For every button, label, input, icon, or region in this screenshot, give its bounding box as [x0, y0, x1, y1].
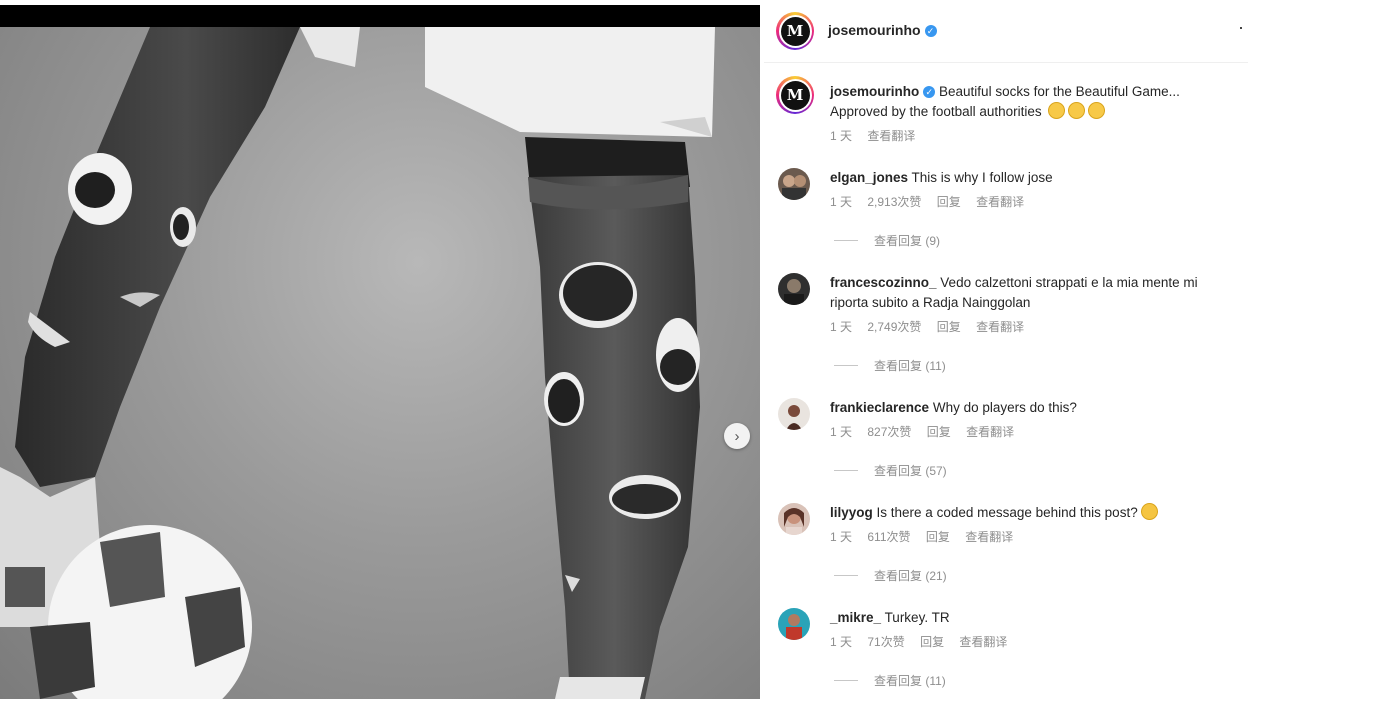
more-options-icon[interactable]: ·: [1238, 18, 1244, 36]
verified-badge-icon: ✓: [923, 86, 936, 98]
divider-line: [834, 575, 858, 576]
translate-link[interactable]: 查看翻译: [965, 530, 1013, 544]
translate-link[interactable]: 查看翻译: [966, 425, 1014, 439]
image-top-bar: [0, 5, 760, 27]
reply-button[interactable]: 回复: [927, 425, 951, 439]
caption-time: 1 天: [830, 129, 853, 143]
view-replies-button[interactable]: 查看回复 (57): [834, 462, 947, 479]
comment-username[interactable]: _mikre_: [830, 610, 881, 625]
comment-time: 1 天: [830, 320, 853, 334]
caption-translate-link[interactable]: 查看翻译: [867, 129, 915, 143]
grimace-emoji-icon: [1068, 102, 1086, 119]
crying-emoji-icon: [1140, 503, 1158, 520]
reply-button[interactable]: 回复: [926, 530, 950, 544]
comment-likes[interactable]: 611次赞: [867, 530, 910, 544]
chevron-right-icon: ›: [734, 427, 740, 445]
divider-line: [834, 470, 858, 471]
verified-badge-icon: ✓: [924, 25, 937, 37]
translate-link[interactable]: 查看翻译: [976, 195, 1024, 209]
commenter-avatar[interactable]: [778, 168, 810, 200]
brand-logo: M: [780, 16, 810, 46]
view-replies-button[interactable]: 查看回复 (21): [834, 567, 947, 584]
comment-text: Is there a coded message behind this pos…: [876, 505, 1138, 520]
comment-meta: 1 天 611次赞 回复 查看翻译: [830, 527, 1230, 547]
grimace-emoji-icon: [1088, 102, 1106, 119]
next-image-button[interactable]: ›: [724, 423, 750, 449]
comment-meta: 1 天 71次赞 回复 查看翻译: [830, 632, 1230, 652]
comment-likes[interactable]: 2,913次赞: [867, 195, 921, 209]
translate-link[interactable]: 查看翻译: [959, 635, 1007, 649]
profile-avatar[interactable]: M: [776, 12, 814, 50]
comment-username[interactable]: frankieclarence: [830, 400, 929, 415]
divider-line: [834, 365, 858, 366]
view-replies-button[interactable]: 查看回复 (11): [834, 672, 946, 689]
comment-username[interactable]: francescozinno_: [830, 275, 937, 290]
translate-link[interactable]: 查看翻译: [976, 320, 1024, 334]
view-replies-button[interactable]: 查看回复 (11): [834, 357, 946, 374]
comment-likes[interactable]: 71次赞: [867, 635, 904, 649]
caption-avatar[interactable]: M: [776, 76, 814, 114]
header-username[interactable]: josemourinho ✓: [828, 22, 937, 38]
comment-time: 1 天: [830, 195, 853, 209]
post-side-panel: M josemourinho ✓ · M josemourinho ✓ Beauti…: [764, 0, 1248, 708]
comment-text: Turkey. TR: [884, 610, 950, 625]
comment-meta: 1 天 827次赞 回复 查看翻译: [830, 422, 1230, 442]
comment-likes[interactable]: 2,749次赞: [867, 320, 921, 334]
comment-username[interactable]: elgan_jones: [830, 170, 908, 185]
comment-time: 1 天: [830, 635, 853, 649]
comment-text: This is why I follow jose: [911, 170, 1053, 185]
reply-button[interactable]: 回复: [920, 635, 944, 649]
comment-meta: 1 天 2,749次赞 回复 查看翻译: [830, 317, 1230, 337]
caption-meta: 1 天 查看翻译: [830, 126, 1230, 146]
divider-line: [834, 680, 858, 681]
post-header: M josemourinho ✓ ·: [764, 0, 1248, 63]
comment-meta: 1 天 2,913次赞 回复 查看翻译: [830, 192, 1230, 212]
comment-text: Why do players do this?: [932, 400, 1077, 415]
post-image: ›: [0, 5, 760, 699]
commenter-avatar[interactable]: [778, 503, 810, 535]
grimace-emoji-icon: [1048, 102, 1066, 119]
caption-username[interactable]: josemourinho: [830, 84, 919, 99]
comment-time: 1 天: [830, 425, 853, 439]
view-replies-button[interactable]: 查看回复 (9): [834, 232, 940, 249]
commenter-avatar[interactable]: [778, 273, 810, 305]
commenter-avatar[interactable]: [778, 608, 810, 640]
divider-line: [834, 240, 858, 241]
comment-time: 1 天: [830, 530, 853, 544]
comment-username[interactable]: lilyyog: [830, 505, 873, 520]
reply-button[interactable]: 回复: [937, 195, 961, 209]
reply-button[interactable]: 回复: [937, 320, 961, 334]
commenter-avatar[interactable]: [778, 398, 810, 430]
legs-with-torn-socks-illustration: [0, 27, 715, 699]
comment-likes[interactable]: 827次赞: [867, 425, 911, 439]
brand-logo: M: [780, 80, 810, 110]
